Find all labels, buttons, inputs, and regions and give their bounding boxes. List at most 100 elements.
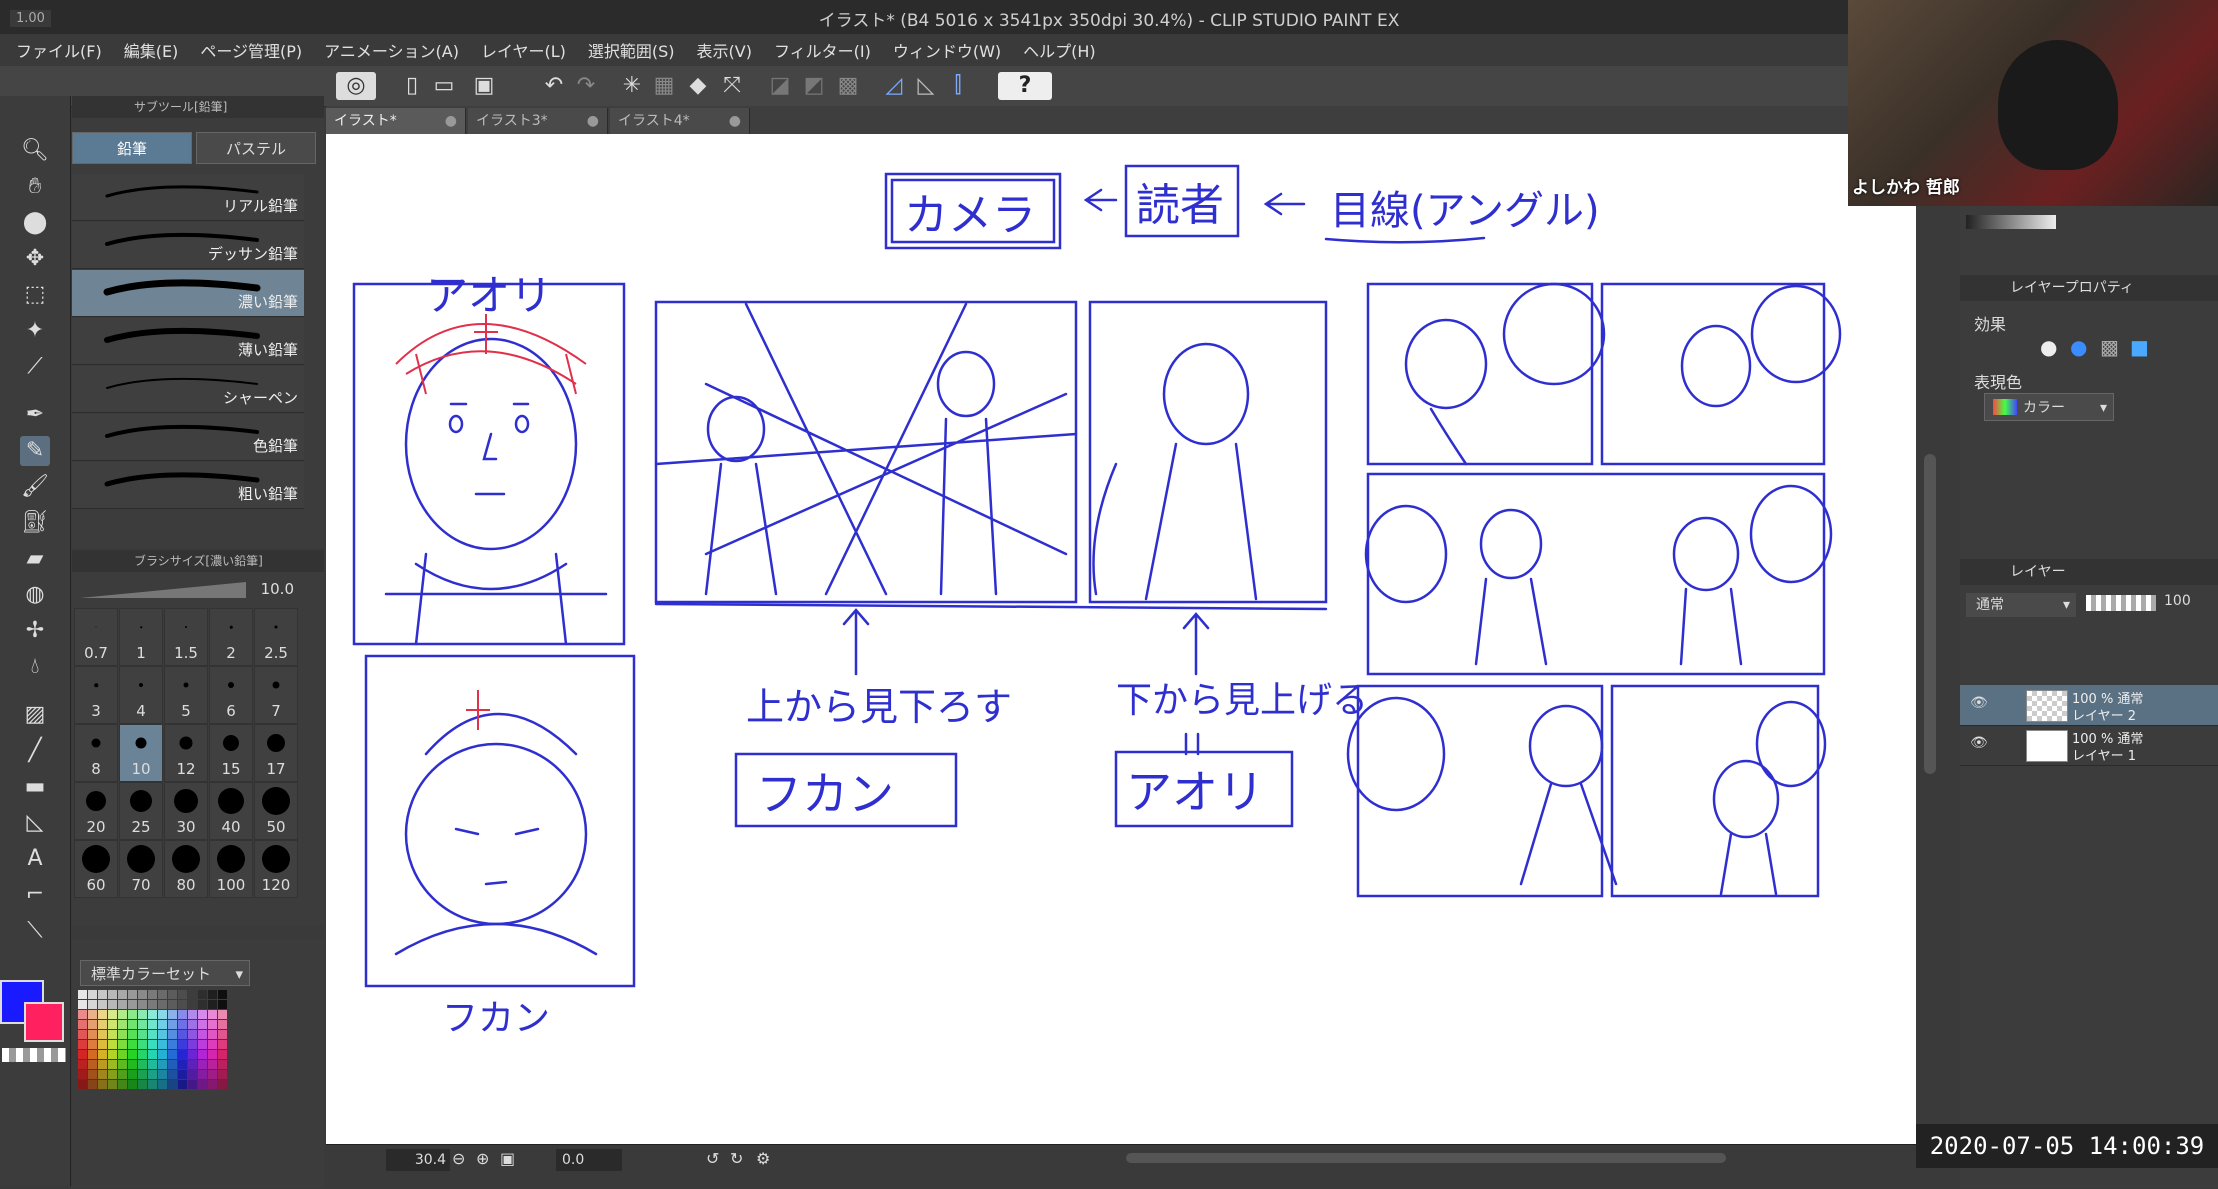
color-swatch[interactable] bbox=[178, 1050, 187, 1059]
color-swatch[interactable] bbox=[78, 1070, 87, 1079]
color-swatch[interactable] bbox=[178, 1010, 187, 1019]
color-swatch[interactable] bbox=[88, 1060, 97, 1069]
color-swatch[interactable] bbox=[78, 1010, 87, 1019]
brush-size-option[interactable]: 100 bbox=[209, 840, 253, 898]
color-swatch[interactable] bbox=[188, 1030, 197, 1039]
zoom-tool-icon[interactable]: 🔍︎ bbox=[20, 136, 50, 166]
color-swatch[interactable] bbox=[118, 990, 127, 999]
gradient-icon[interactable]: ▨ bbox=[20, 700, 50, 730]
color-swatch[interactable] bbox=[118, 1010, 127, 1019]
color-swatch[interactable] bbox=[108, 1030, 117, 1039]
brush-size-option[interactable]: 3 bbox=[74, 666, 118, 724]
color-swatch[interactable] bbox=[128, 1030, 137, 1039]
menu-filter[interactable]: フィルター(I) bbox=[774, 38, 871, 62]
color-swatch[interactable] bbox=[78, 1050, 87, 1059]
horizontal-scrollbar[interactable] bbox=[1126, 1153, 1726, 1163]
color-swatch[interactable] bbox=[138, 1010, 147, 1019]
color-swatch[interactable] bbox=[198, 990, 207, 999]
ruler-tool-icon[interactable]: ◺ bbox=[20, 808, 50, 838]
brush-size-option[interactable]: 7 bbox=[254, 666, 298, 724]
color-swatch[interactable] bbox=[198, 1070, 207, 1079]
color-swatch[interactable] bbox=[158, 1080, 167, 1089]
color-swatch[interactable] bbox=[188, 1010, 197, 1019]
color-swatch[interactable] bbox=[98, 990, 107, 999]
menu-selection[interactable]: 選択範囲(S) bbox=[588, 38, 675, 62]
color-swatch[interactable] bbox=[138, 1020, 147, 1029]
brush-item[interactable]: シャーペン bbox=[72, 366, 304, 413]
move-layer-icon[interactable]: ✥ bbox=[20, 244, 50, 274]
color-swatch[interactable] bbox=[198, 1080, 207, 1089]
blend-tool-icon[interactable]: 💧︎ bbox=[20, 652, 50, 682]
drawing-canvas[interactable]: カメラ 読者 目線(アングル) アオリ フカン 上から見下ろす 下から見上げる … bbox=[326, 134, 1916, 1144]
color-swatch[interactable] bbox=[98, 1040, 107, 1049]
color-swatch[interactable] bbox=[78, 990, 87, 999]
color-swatch[interactable] bbox=[218, 1020, 227, 1029]
color-swatch[interactable] bbox=[188, 990, 197, 999]
color-swatch[interactable] bbox=[158, 1010, 167, 1019]
balloon-tool-icon[interactable]: ⌐ bbox=[20, 880, 50, 910]
color-swatch[interactable] bbox=[208, 1010, 217, 1019]
clip-studio-icon[interactable]: ◎ bbox=[336, 72, 376, 100]
color-swatch[interactable] bbox=[128, 1050, 137, 1059]
color-swatch[interactable] bbox=[138, 1070, 147, 1079]
color-swatch[interactable] bbox=[198, 1040, 207, 1049]
color-swatch[interactable] bbox=[198, 1050, 207, 1059]
color-swatch[interactable] bbox=[218, 1060, 227, 1069]
color-swatch[interactable] bbox=[208, 990, 217, 999]
color-swatch[interactable] bbox=[138, 1050, 147, 1059]
color-swatch[interactable] bbox=[198, 1000, 207, 1009]
color-swatch[interactable] bbox=[98, 1010, 107, 1019]
color-swatch[interactable] bbox=[148, 1080, 157, 1089]
brush-item[interactable]: デッサン鉛筆 bbox=[72, 222, 304, 269]
layer-row[interactable]: 👁︎ 100 % 通常 レイヤー 1 bbox=[1960, 725, 2218, 766]
clear-outside-icon[interactable]: ▦ bbox=[650, 72, 678, 100]
selection-launcher-icon[interactable]: ▩ bbox=[834, 72, 862, 100]
menu-window[interactable]: ウィンドウ(W) bbox=[893, 38, 1001, 62]
color-swatch[interactable] bbox=[148, 1060, 157, 1069]
tone-icon[interactable]: ▩ bbox=[2100, 335, 2119, 359]
brush-size-option[interactable]: 60 bbox=[74, 840, 118, 898]
menu-animation[interactable]: アニメーション(A) bbox=[324, 38, 459, 62]
color-swatch[interactable] bbox=[148, 1050, 157, 1059]
color-swatch[interactable] bbox=[218, 1070, 227, 1079]
color-swatch[interactable] bbox=[118, 1030, 127, 1039]
color-swatch[interactable] bbox=[138, 1060, 147, 1069]
expression-color-dropdown[interactable]: カラー ▾ bbox=[1984, 393, 2114, 421]
color-swatch[interactable] bbox=[168, 1030, 177, 1039]
color-swatch[interactable] bbox=[148, 1030, 157, 1039]
color-swatch[interactable] bbox=[188, 1060, 197, 1069]
sub-color-swatch[interactable] bbox=[24, 1002, 64, 1042]
color-swatch[interactable] bbox=[188, 1050, 197, 1059]
color-swatch[interactable] bbox=[188, 1070, 197, 1079]
brush-size-option[interactable]: 10 bbox=[119, 724, 163, 782]
transparent-color-swatch[interactable] bbox=[2, 1048, 66, 1062]
opacity-slider[interactable] bbox=[2086, 595, 2156, 611]
brush-size-option[interactable]: 8 bbox=[74, 724, 118, 782]
color-swatch[interactable] bbox=[168, 1000, 177, 1009]
color-swatch[interactable] bbox=[108, 1040, 117, 1049]
color-swatch[interactable] bbox=[178, 1060, 187, 1069]
color-swatch[interactable] bbox=[158, 1040, 167, 1049]
eye-icon[interactable]: 👁︎ bbox=[1970, 695, 1988, 711]
color-swatch[interactable] bbox=[78, 1000, 87, 1009]
brush-item[interactable]: 薄い鉛筆 bbox=[72, 318, 304, 365]
color-swatch[interactable] bbox=[108, 1000, 117, 1009]
color-swatch[interactable] bbox=[208, 1050, 217, 1059]
color-swatch[interactable] bbox=[178, 1080, 187, 1089]
save-icon[interactable]: ▣ bbox=[470, 72, 498, 100]
color-swatch[interactable] bbox=[208, 1040, 217, 1049]
color-swatch[interactable] bbox=[128, 1070, 137, 1079]
color-swatch[interactable] bbox=[208, 1030, 217, 1039]
brush-size-option[interactable]: 2 bbox=[209, 608, 253, 666]
brush-size-option[interactable]: 12 bbox=[164, 724, 208, 782]
color-swatch[interactable] bbox=[168, 1040, 177, 1049]
color-swatch[interactable] bbox=[218, 990, 227, 999]
brush-size-option[interactable]: 1.5 bbox=[164, 608, 208, 666]
color-swatch[interactable] bbox=[138, 1080, 147, 1089]
color-swatch[interactable] bbox=[98, 1000, 107, 1009]
hand-tool-icon[interactable]: ✋︎ bbox=[20, 172, 50, 202]
color-swatch[interactable] bbox=[138, 1040, 147, 1049]
pencil-tool-icon[interactable]: ✎ bbox=[20, 436, 50, 466]
color-swatch[interactable] bbox=[158, 990, 167, 999]
color-swatch[interactable] bbox=[148, 1000, 157, 1009]
